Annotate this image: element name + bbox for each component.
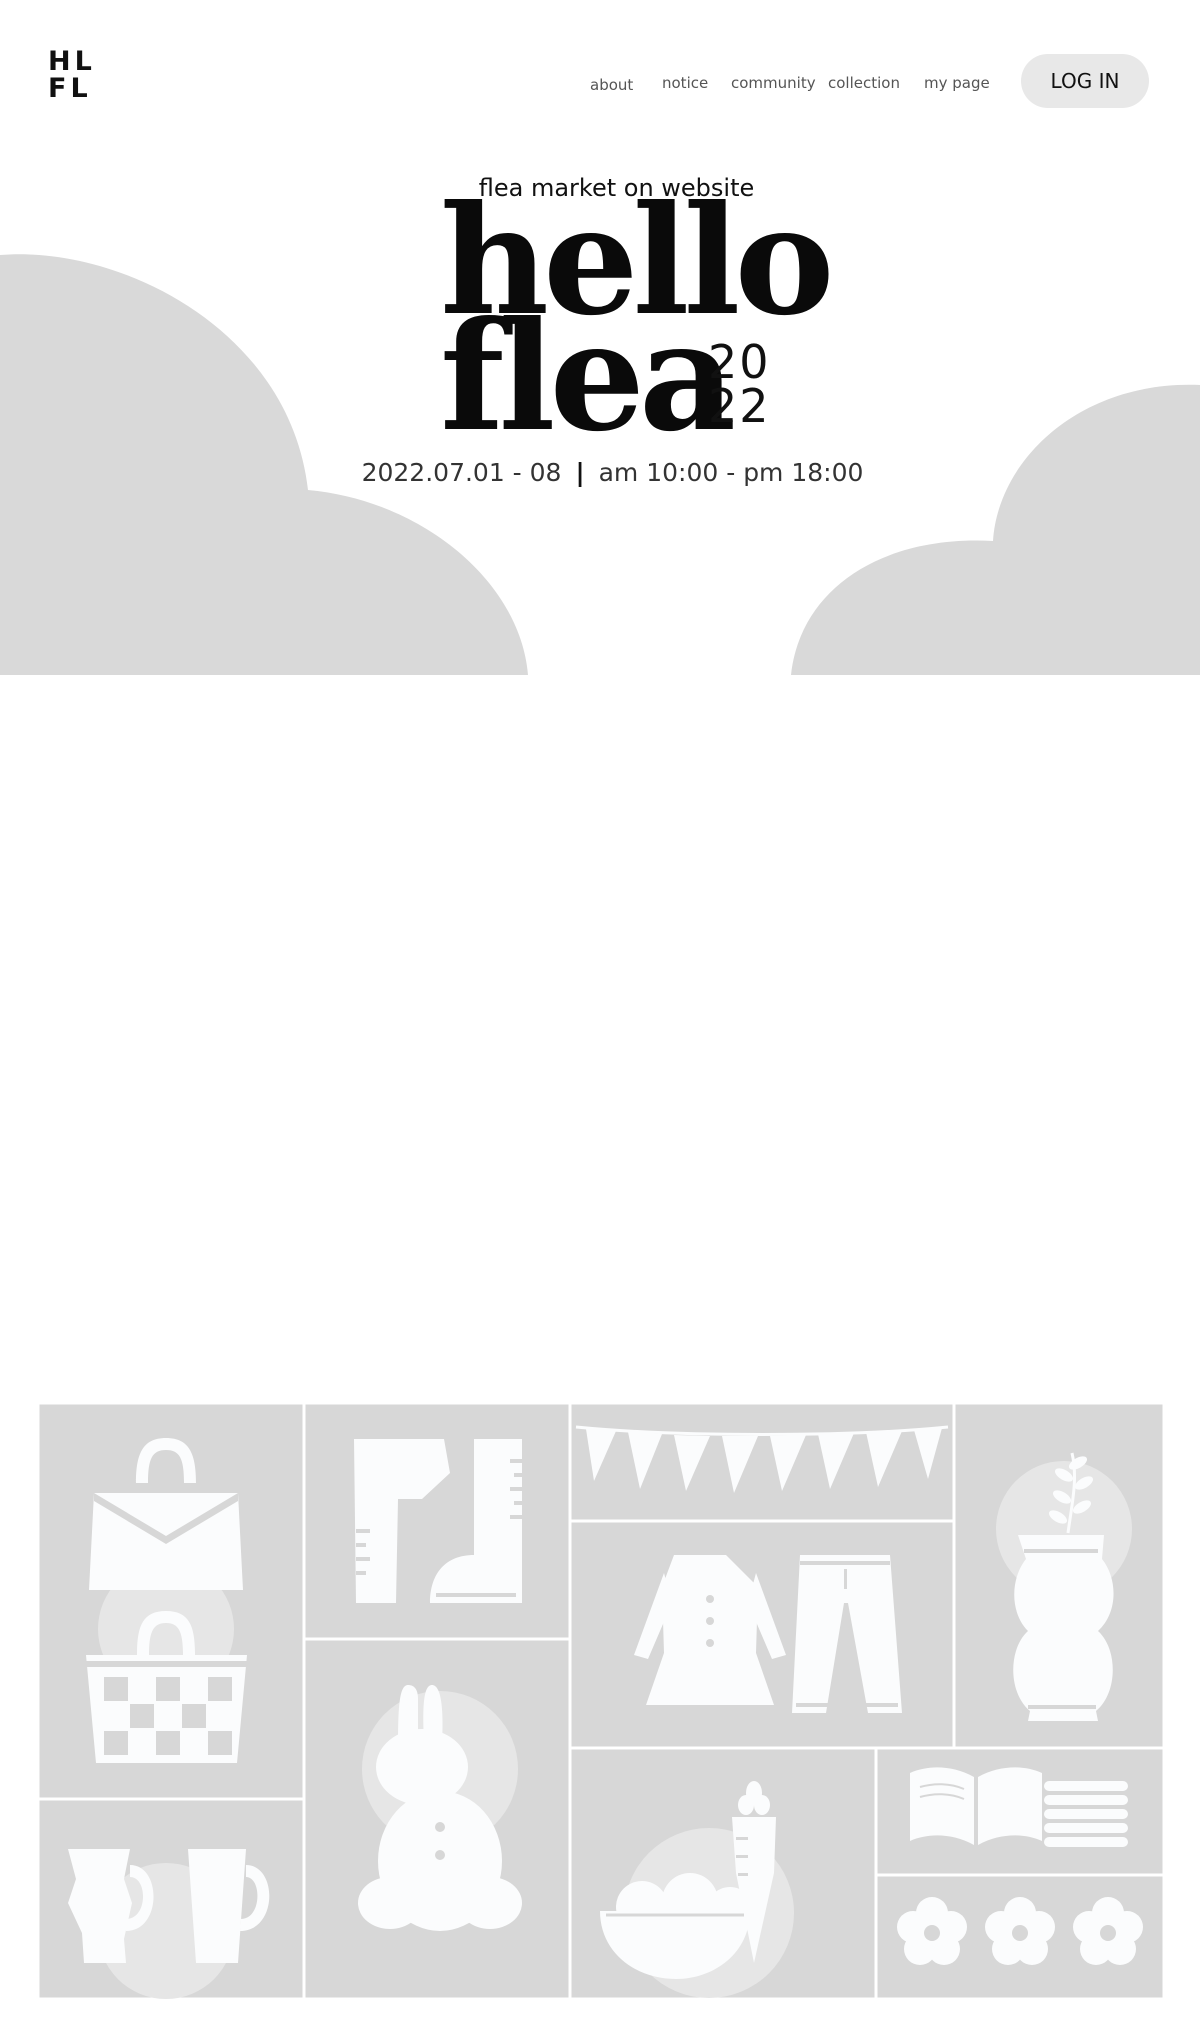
year-top: 20 [708,335,771,389]
dateline-separator: | [575,458,585,487]
hero-dateline: 2022.07.01 - 08 | am 10:00 - pm 18:00 [0,458,1200,487]
market-illustration [38,1403,1164,1999]
hero-title-flea: flea [440,289,736,465]
event-hours: am 10:00 - pm 18:00 [598,458,864,487]
tile-bunting [568,1403,956,1523]
tile-boots [302,1403,572,1641]
year-bottom: 22 [708,379,771,433]
hero-year: 20 22 [708,335,771,433]
event-dates: 2022.07.01 - 08 [361,458,562,487]
flower-icon [897,1897,1143,1965]
right-cloud [791,384,1200,675]
books-stack-icon [1044,1781,1128,1847]
